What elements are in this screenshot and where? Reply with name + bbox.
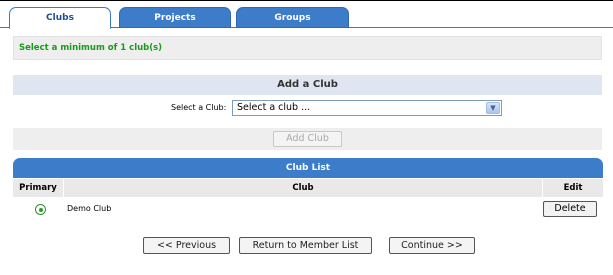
column-header-edit: Edit — [563, 183, 583, 193]
column-header-club: Club — [292, 183, 314, 193]
club-name: Demo Club — [67, 204, 112, 213]
previous-button[interactable]: << Previous — [143, 237, 230, 254]
tab-projects[interactable]: Projects — [119, 7, 231, 28]
chevron-down-icon[interactable]: ▼ — [486, 102, 500, 114]
tab-bar: Clubs Projects Groups — [0, 0, 613, 29]
return-to-member-list-button[interactable]: Return to Member List — [239, 237, 372, 254]
table-row: Demo Club Delete — [13, 198, 603, 220]
column-header-primary: Primary — [19, 183, 57, 193]
top-divider — [0, 0, 613, 1]
radio-selected-icon[interactable] — [35, 204, 46, 215]
continue-button[interactable]: Continue >> — [389, 237, 475, 254]
select-club-row: Select a Club: Select a club ... ▼ — [13, 97, 602, 119]
radio-dot — [38, 207, 43, 212]
tab-clubs[interactable]: Clubs — [9, 7, 111, 29]
club-select-value: Select a club ... — [237, 102, 311, 113]
club-list-column-headers: Primary Club Edit — [13, 179, 603, 197]
select-club-label: Select a Club: — [171, 103, 227, 112]
tab-groups[interactable]: Groups — [236, 7, 349, 28]
club-select[interactable]: Select a club ... ▼ — [232, 100, 502, 116]
club-list-header: Club List — [13, 158, 603, 178]
add-club-header: Add a Club — [13, 75, 602, 95]
add-club-button[interactable]: Add Club — [273, 131, 342, 147]
delete-button[interactable]: Delete — [543, 201, 597, 217]
add-club-row: Add Club — [13, 128, 602, 150]
validation-message: Select a minimum of 1 club(s) — [13, 36, 602, 60]
